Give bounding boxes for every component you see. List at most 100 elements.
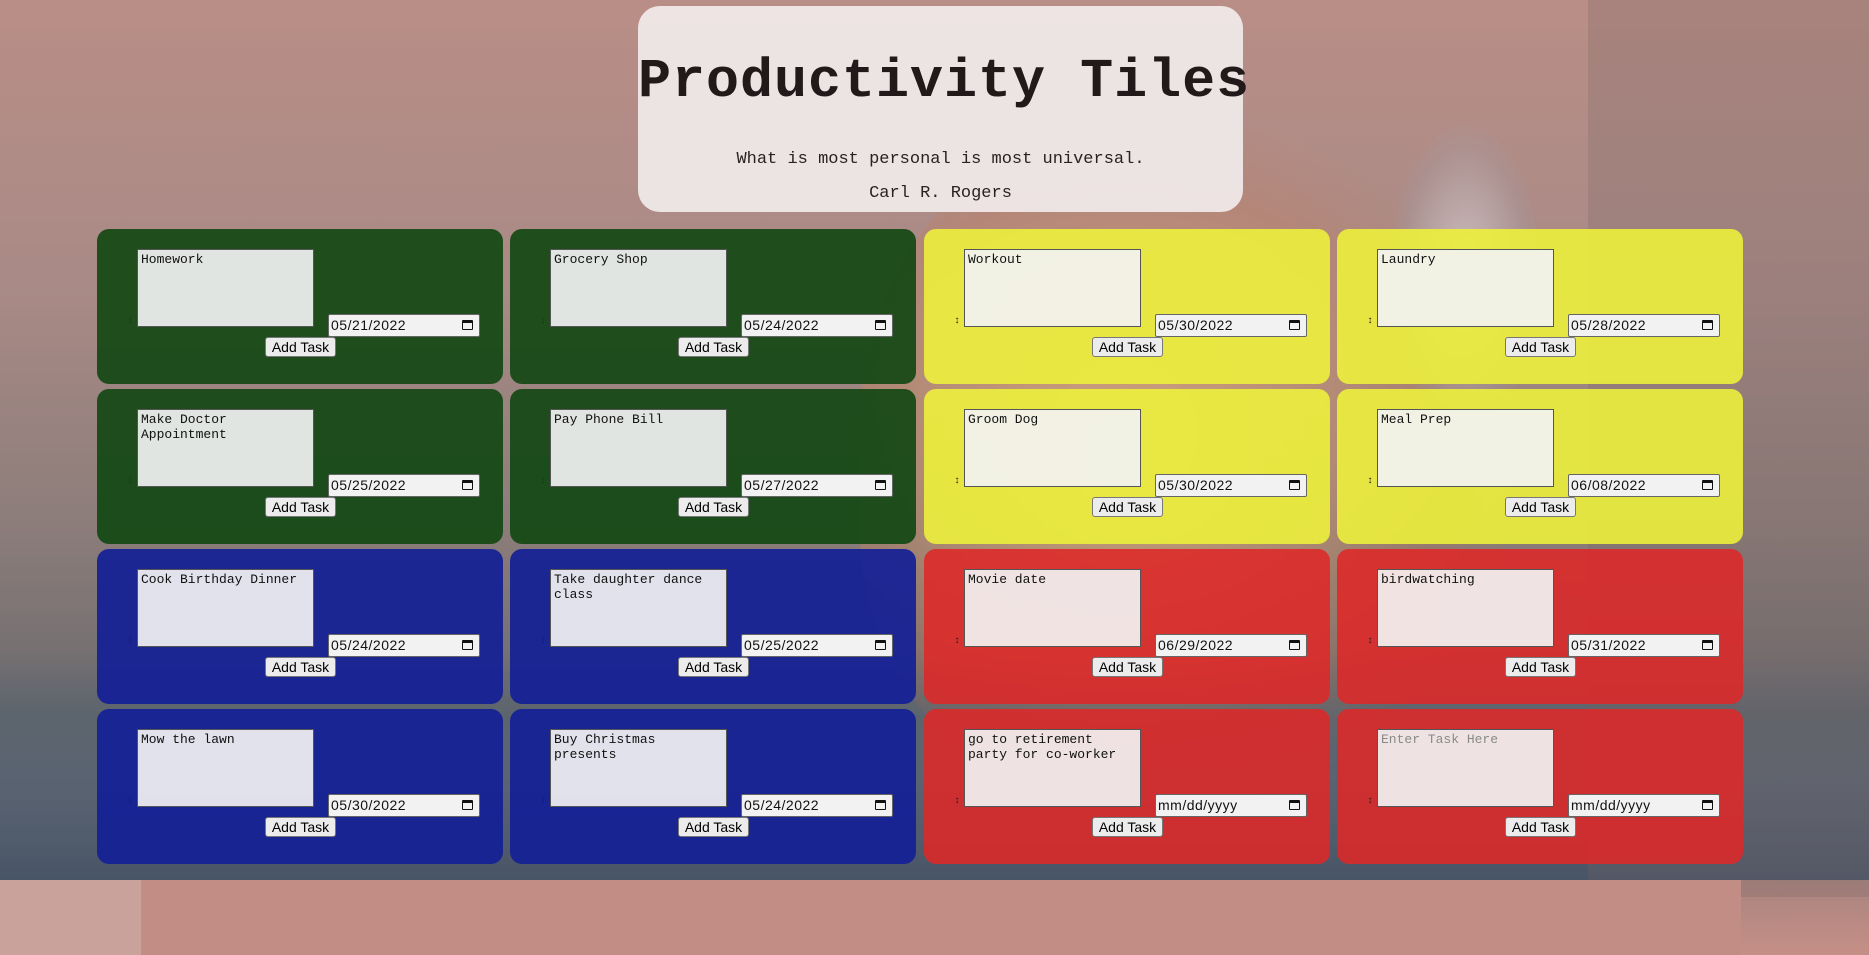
due-date-value: 05/31/2022 bbox=[1571, 637, 1647, 653]
drag-handle-icon[interactable]: ↕ bbox=[1366, 477, 1374, 487]
add-task-button[interactable]: Add Task bbox=[1505, 497, 1576, 517]
due-date-value: 05/24/2022 bbox=[744, 317, 820, 333]
drag-handle-icon[interactable]: ↕ bbox=[1366, 637, 1374, 647]
task-textarea[interactable]: Make Doctor Appointment bbox=[137, 409, 314, 487]
due-date-value: 05/30/2022 bbox=[1158, 317, 1234, 333]
add-task-button[interactable]: Add Task bbox=[678, 497, 749, 517]
drag-handle-icon[interactable]: ↕ bbox=[126, 797, 134, 807]
task-textarea[interactable]: Workout bbox=[964, 249, 1141, 327]
due-date-input[interactable]: 05/30/2022 bbox=[328, 794, 480, 817]
calendar-icon[interactable] bbox=[462, 800, 473, 810]
add-task-button[interactable]: Add Task bbox=[678, 817, 749, 837]
drag-handle-icon[interactable]: ↕ bbox=[539, 637, 547, 647]
drag-handle-icon[interactable]: ↕ bbox=[953, 477, 961, 487]
drag-handle-icon[interactable]: ↕ bbox=[126, 477, 134, 487]
task-tile: ↕ mm/dd/yyyy Add Task bbox=[1337, 709, 1743, 864]
task-textarea[interactable]: Cook Birthday Dinner bbox=[137, 569, 314, 647]
calendar-icon[interactable] bbox=[1702, 800, 1713, 810]
due-date-input[interactable]: 05/31/2022 bbox=[1568, 634, 1720, 657]
task-textarea[interactable]: birdwatching bbox=[1377, 569, 1554, 647]
due-date-value: 06/08/2022 bbox=[1571, 477, 1647, 493]
due-date-value: 05/30/2022 bbox=[331, 797, 407, 813]
task-textarea[interactable]: Pay Phone Bill bbox=[550, 409, 727, 487]
calendar-icon[interactable] bbox=[1702, 320, 1713, 330]
drag-handle-icon[interactable]: ↕ bbox=[953, 797, 961, 807]
task-textarea[interactable]: Buy Christmas presents bbox=[550, 729, 727, 807]
calendar-icon[interactable] bbox=[875, 800, 886, 810]
due-date-input[interactable]: 05/25/2022 bbox=[328, 474, 480, 497]
due-date-value: 05/24/2022 bbox=[331, 637, 407, 653]
task-textarea[interactable]: Movie date bbox=[964, 569, 1141, 647]
add-task-button[interactable]: Add Task bbox=[265, 657, 336, 677]
add-task-button[interactable]: Add Task bbox=[1092, 497, 1163, 517]
due-date-input[interactable]: 05/28/2022 bbox=[1568, 314, 1720, 337]
task-tile: birdwatching ↕ 05/31/2022 Add Task bbox=[1337, 549, 1743, 704]
due-date-value: mm/dd/yyyy bbox=[1571, 797, 1651, 813]
due-date-input[interactable]: 05/30/2022 bbox=[1155, 314, 1307, 337]
due-date-input[interactable]: 05/24/2022 bbox=[741, 314, 893, 337]
drag-handle-icon[interactable]: ↕ bbox=[539, 797, 547, 807]
add-task-button[interactable]: Add Task bbox=[1092, 337, 1163, 357]
due-date-value: 05/27/2022 bbox=[744, 477, 820, 493]
calendar-icon[interactable] bbox=[1702, 480, 1713, 490]
calendar-icon[interactable] bbox=[875, 480, 886, 490]
calendar-icon[interactable] bbox=[875, 320, 886, 330]
drag-handle-icon[interactable]: ↕ bbox=[953, 637, 961, 647]
task-textarea[interactable]: Grocery Shop bbox=[550, 249, 727, 327]
calendar-icon[interactable] bbox=[1289, 640, 1300, 650]
due-date-input[interactable]: 05/25/2022 bbox=[741, 634, 893, 657]
calendar-icon[interactable] bbox=[462, 640, 473, 650]
task-tile: Take daughter dance class ↕ 05/25/2022 Add … bbox=[510, 549, 916, 704]
due-date-value: 05/21/2022 bbox=[331, 317, 407, 333]
due-date-input[interactable]: 06/29/2022 bbox=[1155, 634, 1307, 657]
task-tile: Mow the lawn ↕ 05/30/2022 Add Task bbox=[97, 709, 503, 864]
add-task-button[interactable]: Add Task bbox=[1505, 337, 1576, 357]
task-tile: Movie date ↕ 06/29/2022 Add Task bbox=[924, 549, 1330, 704]
drag-handle-icon[interactable]: ↕ bbox=[1366, 797, 1374, 807]
task-textarea[interactable]: Laundry bbox=[1377, 249, 1554, 327]
due-date-input[interactable]: 06/08/2022 bbox=[1568, 474, 1720, 497]
drag-handle-icon[interactable]: ↕ bbox=[539, 317, 547, 327]
add-task-button[interactable]: Add Task bbox=[265, 817, 336, 837]
drag-handle-icon[interactable]: ↕ bbox=[126, 317, 134, 327]
calendar-icon[interactable] bbox=[1289, 320, 1300, 330]
task-textarea[interactable]: Take daughter dance class bbox=[550, 569, 727, 647]
due-date-value: 05/25/2022 bbox=[331, 477, 407, 493]
drag-handle-icon[interactable]: ↕ bbox=[539, 477, 547, 487]
due-date-input[interactable]: 05/24/2022 bbox=[328, 634, 480, 657]
task-tile: go to retirement party for co-worker ↕ mm/… bbox=[924, 709, 1330, 864]
due-date-input[interactable]: 05/30/2022 bbox=[1155, 474, 1307, 497]
task-textarea[interactable]: Homework bbox=[137, 249, 314, 327]
calendar-icon[interactable] bbox=[462, 480, 473, 490]
task-textarea[interactable]: Groom Dog bbox=[964, 409, 1141, 487]
add-task-button[interactable]: Add Task bbox=[1505, 817, 1576, 837]
add-task-button[interactable]: Add Task bbox=[265, 497, 336, 517]
calendar-icon[interactable] bbox=[1289, 800, 1300, 810]
due-date-input[interactable]: 05/24/2022 bbox=[741, 794, 893, 817]
add-task-button[interactable]: Add Task bbox=[1092, 817, 1163, 837]
page-title: Productivity Tiles bbox=[638, 50, 1251, 113]
due-date-input[interactable]: 05/21/2022 bbox=[328, 314, 480, 337]
due-date-input[interactable]: mm/dd/yyyy bbox=[1568, 794, 1720, 817]
calendar-icon[interactable] bbox=[1289, 480, 1300, 490]
calendar-icon[interactable] bbox=[462, 320, 473, 330]
due-date-input[interactable]: 05/27/2022 bbox=[741, 474, 893, 497]
due-date-input[interactable]: mm/dd/yyyy bbox=[1155, 794, 1307, 817]
task-textarea[interactable]: Meal Prep bbox=[1377, 409, 1554, 487]
task-tile: Make Doctor Appointment ↕ 05/25/2022 Add Ta… bbox=[97, 389, 503, 544]
task-textarea[interactable] bbox=[1377, 729, 1554, 807]
drag-handle-icon[interactable]: ↕ bbox=[126, 637, 134, 647]
task-textarea[interactable]: Mow the lawn bbox=[137, 729, 314, 807]
background-bottom-left bbox=[0, 880, 141, 955]
add-task-button[interactable]: Add Task bbox=[265, 337, 336, 357]
add-task-button[interactable]: Add Task bbox=[678, 657, 749, 677]
task-textarea[interactable]: go to retirement party for co-worker bbox=[964, 729, 1141, 807]
add-task-button[interactable]: Add Task bbox=[678, 337, 749, 357]
calendar-icon[interactable] bbox=[1702, 640, 1713, 650]
add-task-button[interactable]: Add Task bbox=[1505, 657, 1576, 677]
drag-handle-icon[interactable]: ↕ bbox=[953, 317, 961, 327]
drag-handle-icon[interactable]: ↕ bbox=[1366, 317, 1374, 327]
add-task-button[interactable]: Add Task bbox=[1092, 657, 1163, 677]
calendar-icon[interactable] bbox=[875, 640, 886, 650]
due-date-value: 05/25/2022 bbox=[744, 637, 820, 653]
